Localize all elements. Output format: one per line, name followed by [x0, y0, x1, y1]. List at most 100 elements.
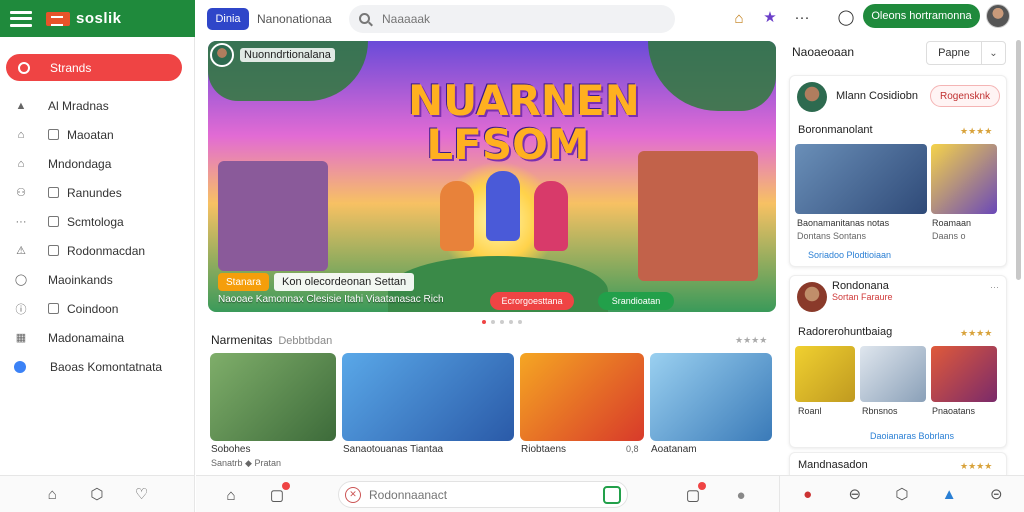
carousel-dot[interactable]: [500, 320, 504, 324]
checkbox[interactable]: [48, 216, 59, 227]
more-icon[interactable]: ···: [791, 6, 813, 28]
video-card[interactable]: [210, 353, 336, 441]
thumbnail[interactable]: [795, 144, 927, 214]
topbar: Dinia Nanonationaa ⌂ ★ ··· ◯ Oleons hort…: [195, 0, 1024, 37]
hero-description: Naooae Kamonnax Clesisie Itahi Viaatanas…: [218, 294, 444, 305]
section-subtitle: Debbtbdan: [278, 335, 333, 347]
checkbox[interactable]: [48, 129, 59, 140]
carousel-dot[interactable]: [491, 320, 495, 324]
checkbox[interactable]: [48, 303, 59, 314]
hero-primary-button[interactable]: Ecrorgoesttana: [490, 292, 574, 310]
creator-card[interactable]: Rondonana Sortan Faraure ⋯ Radorerohuntb…: [789, 275, 1007, 448]
heart-icon[interactable]: ♡: [131, 483, 153, 505]
video-card[interactable]: [650, 353, 772, 441]
record-icon[interactable]: ●: [797, 483, 819, 505]
sidebar: Strands ▲ Al Mradnas ⌂ Maoatan ⌂ Mndondaga …: [0, 37, 195, 475]
cta-button[interactable]: Oleons hortramonna: [863, 4, 980, 28]
scrollbar[interactable]: [1016, 40, 1021, 280]
star-icon[interactable]: ★: [759, 6, 781, 28]
sort-select[interactable]: Papne ⌄: [926, 41, 1006, 65]
character-illustration: [440, 181, 474, 251]
composer[interactable]: ✕: [338, 481, 628, 508]
search-bar[interactable]: [349, 4, 675, 33]
thumbnail[interactable]: [795, 346, 855, 402]
sidebar-item-label: Madonamaina: [48, 330, 125, 345]
follow-button[interactable]: Rogensknk: [930, 85, 1000, 107]
hero-title: NUARNEN LFSOM: [408, 76, 640, 169]
chat-icon[interactable]: ◯: [835, 6, 857, 28]
creator-name: Mlann Cosidiobn: [836, 90, 918, 102]
carousel-dot[interactable]: [509, 320, 513, 324]
bottom-right-toolbar: ● ⊖ ⬡ ▲ ⊝: [779, 475, 1024, 512]
sidebar-item-active[interactable]: Strands: [6, 54, 182, 81]
section-title-text: Narmenitas: [211, 333, 273, 347]
triangle-icon[interactable]: ▲: [938, 483, 960, 505]
sidebar-item-label: Coindoon: [67, 301, 119, 316]
left-footer: ⌂ ⬡ ♡: [0, 475, 195, 512]
sidebar-item-3[interactable]: ⌂ Mndondaga: [0, 149, 194, 178]
thumb-caption: Baonamanitanas notas: [797, 218, 890, 228]
creator-card[interactable]: Mandnasadon ★★★★: [789, 452, 1007, 475]
video-card[interactable]: [342, 353, 514, 441]
menu-icon[interactable]: [10, 10, 32, 27]
carousel-dot[interactable]: [518, 320, 522, 324]
sidebar-item-2[interactable]: ⌂ Maoatan: [0, 120, 194, 149]
card-caption: Sanaotouanas Tiantaa: [343, 444, 444, 455]
hero-user[interactable]: Nuonndrtionalana: [208, 41, 335, 69]
notification-icon[interactable]: ▢: [266, 482, 290, 506]
home-icon[interactable]: ⌂: [220, 484, 242, 506]
sidebar-item-1[interactable]: ▲ Al Mradnas: [0, 91, 194, 120]
thumb-caption: Roamaan: [932, 218, 972, 228]
sort-select-value: Papne: [938, 47, 970, 59]
bottom-toolbar: ⌂ ▢ ✕ ▢ ●: [196, 475, 779, 512]
more-icon: ···: [15, 215, 27, 228]
card-caption: Sobohes: [211, 444, 251, 455]
minus-circle-icon[interactable]: ⊖: [844, 483, 866, 505]
hero-secondary-button[interactable]: Srandioatan: [598, 292, 674, 310]
bank-icon: ▦: [15, 332, 27, 344]
creator-card[interactable]: Mlann Cosidiobn Rogensknk Boronmanolant …: [789, 75, 1007, 267]
carousel-dots[interactable]: [482, 320, 522, 324]
sidebar-item-label: Ranundes: [67, 185, 122, 200]
brand-badge[interactable]: Dinia: [207, 7, 249, 30]
shield-icon[interactable]: ⬡: [86, 483, 108, 505]
sidebar-item-9[interactable]: ▦ Madonamaina: [0, 323, 194, 352]
checkbox[interactable]: [48, 187, 59, 198]
lock-icon[interactable]: ⊝: [985, 483, 1007, 505]
composer-input[interactable]: [369, 487, 569, 502]
thumb-caption: Pnaoatans: [932, 406, 976, 416]
shield-icon[interactable]: ⬡: [891, 483, 913, 505]
search-input[interactable]: [382, 11, 642, 26]
home-outline-icon: ⌂: [17, 157, 25, 170]
thumbnail[interactable]: [860, 346, 926, 402]
send-icon[interactable]: [603, 485, 621, 504]
card-title: Radorerohuntbaiag: [798, 326, 893, 338]
rating-stars: ★★★★: [960, 328, 993, 338]
video-card[interactable]: [520, 353, 644, 441]
hero-banner[interactable]: Nuonndrtionalana NUARNEN LFSOM Stanara K…: [208, 41, 776, 312]
hero-caption: Kon olecordeonan Settan: [274, 273, 415, 291]
sidebar-item-8[interactable]: ⓘ Coindoon: [0, 294, 194, 323]
brand-text: Nanonationaa: [257, 11, 332, 26]
thumbnail[interactable]: [931, 144, 997, 214]
sidebar-item-4[interactable]: ⚇ Ranundes: [0, 178, 194, 207]
avatar[interactable]: [986, 4, 1010, 28]
more-icon[interactable]: ⋯: [990, 282, 999, 293]
sidebar-item-6[interactable]: ⚠ Rodonmacdan: [0, 236, 194, 265]
home-icon[interactable]: ⌂: [728, 7, 750, 29]
sidebar-item-10[interactable]: Baoas Komontatnata: [0, 352, 194, 381]
profile-icon[interactable]: ●: [730, 484, 752, 506]
sidebar-item-7[interactable]: ◯ Maoinkands: [0, 265, 194, 294]
app-logo-text: soslik: [76, 10, 122, 27]
home-icon[interactable]: ⌂: [41, 483, 63, 505]
info-icon: ⓘ: [15, 303, 27, 316]
thumb-subtitle: Daans o: [932, 231, 966, 241]
carousel-dot[interactable]: [482, 320, 486, 324]
close-icon[interactable]: ✕: [345, 486, 361, 503]
checkbox[interactable]: [48, 245, 59, 256]
right-panel-title: Naoaeoaan: [792, 45, 855, 59]
sidebar-item-5[interactable]: ··· Scmtologa: [0, 207, 194, 236]
thumbnail[interactable]: [931, 346, 997, 402]
people-icon: ⚇: [16, 187, 26, 199]
inbox-icon[interactable]: ▢: [682, 482, 706, 506]
